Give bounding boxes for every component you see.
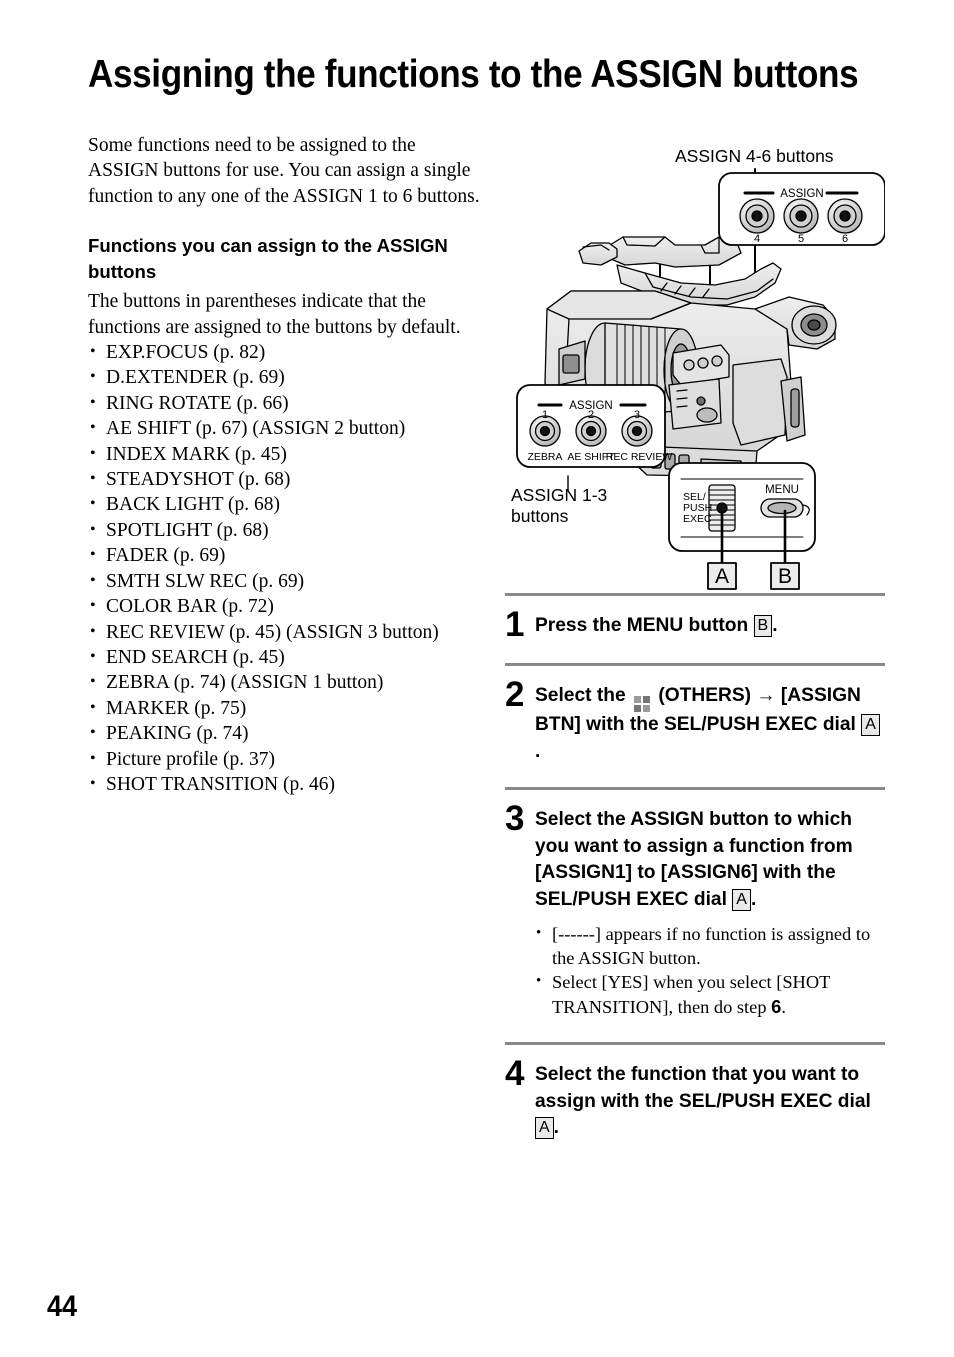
assign-46-group-label: ASSIGN	[780, 188, 823, 200]
step-3-notes: [------] appears if no function is assig…	[535, 922, 885, 1019]
camcorder-figure: ASSIGN 4-6 buttons ASSIGN 1-3 buttons AS…	[505, 133, 885, 593]
list-item: [------] appears if no function is assig…	[535, 922, 885, 970]
step-4: 4 Select the function that you want to a…	[505, 1045, 885, 1164]
list-item: EXP.FOCUS (p. 82)	[88, 339, 480, 365]
left-column: Some functions need to be assigned to th…	[88, 133, 480, 797]
document-page: Assigning the functions to the ASSIGN bu…	[0, 0, 954, 1357]
note-text: Select [YES] when you select [SHOT TRANS…	[552, 972, 831, 1017]
step-text-3: Select the ASSIGN button to which you wa…	[535, 802, 885, 1020]
intro-paragraph: Some functions need to be assigned to th…	[88, 135, 480, 207]
callout-a-label: A	[715, 565, 729, 588]
step-4-text-before: Select the function that you want to ass…	[535, 1064, 871, 1112]
step-text-4: Select the function that you want to ass…	[535, 1057, 885, 1142]
list-item: D.EXTENDER (p. 69)	[88, 364, 480, 390]
step-2-text-part1: Select the	[535, 685, 631, 706]
list-item: INDEX MARK (p. 45)	[88, 441, 480, 467]
keybox-a: A	[732, 888, 751, 911]
step-3-text-after: .	[750, 888, 757, 910]
step-3-text-before: Select the ASSIGN button to which you wa…	[535, 809, 853, 910]
keybox-a: A	[535, 1117, 554, 1139]
camcorder-illustration: ASSIGN 4 5 6 ASSIGN 1 2 3 ZEBRA AE SHIFT…	[516, 168, 885, 590]
step-text-2: Select the (OTHERS) → [ASSIGN BTN] with …	[535, 678, 885, 765]
list-item: SPOTLIGHT (p. 68)	[88, 517, 480, 543]
step-number-4: 4	[505, 1054, 524, 1093]
assignable-functions-list: EXP.FOCUS (p. 82)D.EXTENDER (p. 69)RING …	[88, 339, 480, 797]
assign-13-label-rec-review: REC REVIEW	[606, 451, 673, 463]
list-item: BACK LIGHT (p. 68)	[88, 491, 480, 517]
assign-13-number-2: 2	[588, 409, 594, 421]
assign-46-button-label-6: 6	[842, 233, 848, 245]
step-1-text-after: .	[772, 615, 778, 636]
list-item: Picture profile (p. 37)	[88, 746, 480, 772]
list-item: SHOT TRANSITION (p. 46)	[88, 771, 480, 797]
step-3: 3 Select the ASSIGN button to which you …	[505, 790, 885, 1042]
step-1-text-before: Press the MENU button	[535, 615, 754, 636]
keybox-b: B	[753, 615, 773, 637]
list-item: RING ROTATE (p. 66)	[88, 390, 480, 416]
note-text: [------] appears if no function is assig…	[552, 924, 871, 968]
list-item: PEAKING (p. 74)	[88, 720, 480, 746]
arrow-icon: →	[756, 685, 776, 706]
step-number-1: 1	[505, 605, 524, 644]
assign-13-label-zebra: ZEBRA	[527, 451, 562, 463]
list-item: STEADYSHOT (p. 68)	[88, 466, 480, 492]
page-title: Assigning the functions to the ASSIGN bu…	[88, 53, 859, 97]
assign-13-number-3: 3	[634, 409, 640, 421]
assign-13-number-1: 1	[542, 409, 548, 421]
list-item: ZEBRA (p. 74) (ASSIGN 1 button)	[88, 669, 480, 695]
step-number-3: 3	[505, 799, 524, 838]
assign-46-button-label-4: 4	[754, 233, 760, 245]
menu-button-label: MENU	[765, 484, 799, 496]
assign-46-button-label-5: 5	[798, 233, 804, 245]
section-heading: Functions you can assign to the ASSIGN b…	[88, 235, 448, 282]
right-column: ASSIGN 4-6 buttons ASSIGN 1-3 buttons AS…	[505, 133, 885, 1164]
note-step-reference: 6	[771, 995, 782, 1017]
step-2-text-part2: (OTHERS)	[652, 685, 757, 706]
others-menu-icon	[633, 696, 650, 712]
step-number-2: 2	[505, 675, 524, 714]
step-text-1: Press the MENU button B.	[535, 608, 885, 640]
step-1: 1 Press the MENU button B.	[505, 596, 885, 663]
dial-label-line3: EXEC	[683, 513, 712, 525]
list-item: END SEARCH (p. 45)	[88, 644, 480, 670]
section-intro-paragraph: The buttons in parentheses indicate that…	[88, 291, 461, 338]
step-4-text-after: .	[553, 1117, 560, 1138]
step-2-text-part4: .	[535, 740, 541, 762]
list-item: Select [YES] when you select [SHOT TRANS…	[535, 970, 885, 1019]
list-item: COLOR BAR (p. 72)	[88, 593, 480, 619]
list-item: SMTH SLW REC (p. 69)	[88, 568, 480, 594]
list-item: AE SHIFT (p. 67) (ASSIGN 2 button)	[88, 415, 480, 441]
page-number: 44	[47, 1290, 78, 1323]
step-2: 2 Select the (OTHERS) → [ASSIGN BTN] wit…	[505, 666, 885, 787]
note-text-after: .	[781, 996, 786, 1017]
list-item: FADER (p. 69)	[88, 542, 480, 568]
list-item: REC REVIEW (p. 45) (ASSIGN 3 button)	[88, 618, 480, 645]
callout-b-label: B	[778, 565, 792, 588]
dial-menu-panel	[668, 462, 816, 590]
keybox-a: A	[861, 714, 880, 736]
list-item: MARKER (p. 75)	[88, 695, 480, 721]
